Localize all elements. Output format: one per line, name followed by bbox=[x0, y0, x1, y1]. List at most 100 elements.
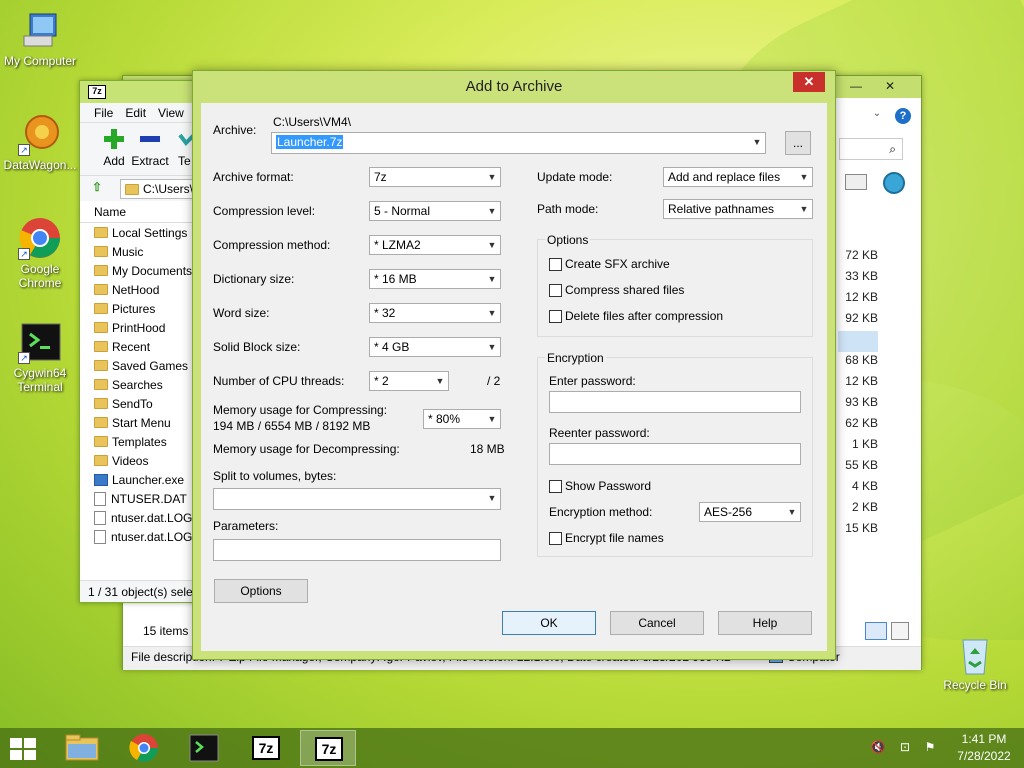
cancel-button[interactable]: Cancel bbox=[610, 611, 704, 635]
taskbar-cygwin-terminal[interactable] bbox=[176, 730, 232, 766]
options-button[interactable]: Options bbox=[214, 579, 308, 603]
solid-block-size-select[interactable]: * 4 GB ▼ bbox=[369, 337, 501, 357]
file-row[interactable]: Music bbox=[80, 242, 198, 261]
view-toggle-icon[interactable] bbox=[845, 174, 867, 190]
file-name: Pictures bbox=[112, 301, 156, 316]
compress-shared-checkbox[interactable]: Compress shared files bbox=[549, 283, 684, 297]
fm-titlebar[interactable]: 7z bbox=[80, 81, 198, 103]
compression-method-select[interactable]: * LZMA2 ▼ bbox=[369, 235, 501, 255]
chrome-icon: ↗ bbox=[18, 216, 62, 260]
close-icon[interactable]: ✕ bbox=[793, 72, 825, 92]
file-row[interactable]: ntuser.dat.LOG2 bbox=[80, 527, 198, 546]
file-row[interactable]: Videos bbox=[80, 451, 198, 470]
taskbar-7zip-manager[interactable]: 7z bbox=[238, 730, 294, 766]
dictionary-size-select[interactable]: * 16 MB ▼ bbox=[369, 269, 501, 289]
cpu-threads-select[interactable]: * 2 ▼ bbox=[369, 371, 449, 391]
enter-password-input[interactable] bbox=[549, 391, 801, 413]
network-icon[interactable] bbox=[883, 172, 905, 194]
minimize-icon[interactable]: — bbox=[841, 76, 871, 96]
reenter-password-label: Reenter password: bbox=[549, 426, 650, 440]
details-view-icon[interactable] bbox=[865, 622, 887, 640]
file-row[interactable]: SendTo bbox=[80, 394, 198, 413]
taskbar-file-explorer[interactable] bbox=[54, 730, 110, 766]
file-icon bbox=[94, 529, 106, 544]
datawagon-icon: ↗ bbox=[18, 112, 62, 156]
action-center-icon[interactable]: ⚑ bbox=[922, 740, 938, 754]
help-icon[interactable]: ? bbox=[895, 108, 911, 124]
file-row[interactable]: Saved Games bbox=[80, 356, 198, 375]
file-row[interactable]: PrintHood bbox=[80, 318, 198, 337]
file-row[interactable]: Start Menu bbox=[80, 413, 198, 432]
word-size-select[interactable]: * 32 ▼ bbox=[369, 303, 501, 323]
file-row[interactable]: NTUSER.DAT bbox=[80, 489, 198, 508]
taskbar-7zip-add-archive[interactable]: 7z bbox=[300, 730, 356, 766]
file-row[interactable]: ntuser.dat.LOG1 bbox=[80, 508, 198, 527]
encrypt-names-checkbox[interactable]: Encrypt file names bbox=[549, 531, 664, 545]
desktop-icon-cygwin[interactable]: ↗ Cygwin64 Terminal bbox=[0, 320, 80, 394]
taskbar-chrome[interactable] bbox=[116, 730, 172, 766]
chrome-icon bbox=[129, 734, 158, 762]
encryption-group-title: Encryption bbox=[545, 351, 606, 365]
up-folder-icon[interactable]: ⇧ bbox=[92, 180, 102, 194]
column-header-name[interactable]: Name bbox=[80, 201, 198, 223]
parameters-input[interactable] bbox=[213, 539, 501, 561]
chevron-down-icon: ▼ bbox=[487, 240, 497, 250]
memory-percent-select[interactable]: * 80% ▼ bbox=[423, 409, 501, 429]
close-icon[interactable]: ✕ bbox=[875, 76, 905, 96]
folder-icon bbox=[94, 436, 108, 447]
desktop-icon-recycle-bin[interactable]: Recycle Bin bbox=[935, 632, 1015, 692]
desktop-icon-my-computer[interactable]: My Computer bbox=[0, 8, 80, 68]
file-row[interactable]: My Documents bbox=[80, 261, 198, 280]
volume-muted-icon[interactable]: 🔇 bbox=[870, 740, 886, 754]
encryption-method-select[interactable]: AES-256 ▼ bbox=[699, 502, 801, 522]
file-row[interactable]: Local Settings bbox=[80, 223, 198, 242]
menu-file[interactable]: File bbox=[94, 106, 113, 122]
file-size: 93 KB bbox=[845, 395, 878, 409]
search-icon: ⌕ bbox=[889, 142, 896, 156]
file-row[interactable]: Searches bbox=[80, 375, 198, 394]
file-row[interactable]: Launcher.exe bbox=[80, 470, 198, 489]
file-name: ntuser.dat.LOG1 bbox=[111, 510, 199, 525]
archive-name-combo[interactable]: Launcher.7z ▼ bbox=[271, 132, 766, 154]
network-icon[interactable]: ⊡ bbox=[896, 740, 914, 754]
file-row[interactable]: Recent bbox=[80, 337, 198, 356]
archive-format-select[interactable]: 7z ▼ bbox=[369, 167, 501, 187]
compression-level-select[interactable]: 5 - Normal ▼ bbox=[369, 201, 501, 221]
7zip-file-manager-window[interactable]: 7z File Edit View Add Extract Te ⇧ C:\Us… bbox=[79, 80, 199, 603]
path-mode-select[interactable]: Relative pathnames ▼ bbox=[663, 199, 813, 219]
address-input[interactable]: C:\Users\ bbox=[120, 179, 198, 199]
start-button[interactable] bbox=[10, 738, 36, 760]
update-mode-select[interactable]: Add and replace files ▼ bbox=[663, 167, 813, 187]
folder-icon bbox=[65, 734, 99, 761]
clock[interactable]: 1:41 PM 7/28/2022 bbox=[948, 732, 1020, 763]
menu-edit[interactable]: Edit bbox=[125, 106, 146, 122]
parameters-label: Parameters: bbox=[213, 519, 279, 533]
search-input[interactable]: ⌕ bbox=[839, 138, 903, 160]
chevron-down-icon[interactable]: ⌄ bbox=[869, 108, 885, 124]
help-button[interactable]: Help bbox=[718, 611, 812, 635]
extract-button[interactable]: Extract bbox=[128, 127, 172, 168]
compression-method-label: Compression method: bbox=[213, 238, 331, 252]
file-row[interactable]: Templates bbox=[80, 432, 198, 451]
file-size: 2 KB bbox=[851, 500, 878, 514]
compression-method-value: * LZMA2 bbox=[374, 238, 421, 252]
file-row[interactable]: Pictures bbox=[80, 299, 198, 318]
add-to-archive-dialog[interactable]: Add to Archive ✕ Archive: C:\Users\VM4\ … bbox=[192, 70, 836, 660]
desktop-icon-datawagon[interactable]: ↗ DataWagon... bbox=[0, 112, 80, 172]
split-volumes-combo[interactable]: ▼ bbox=[213, 488, 501, 510]
encryption-method-label: Encryption method: bbox=[549, 505, 653, 519]
large-icons-view-icon[interactable] bbox=[891, 622, 909, 640]
file-name: NTUSER.DAT bbox=[111, 491, 187, 506]
desktop-icon-google-chrome[interactable]: ↗ Google Chrome bbox=[0, 216, 80, 290]
file-row[interactable]: NetHood bbox=[80, 280, 198, 299]
delete-after-checkbox[interactable]: Delete files after compression bbox=[549, 309, 723, 323]
create-sfx-checkbox[interactable]: Create SFX archive bbox=[549, 257, 670, 271]
browse-button[interactable]: ... bbox=[785, 131, 811, 155]
solid-block-size-value: * 4 GB bbox=[374, 340, 410, 354]
ok-button[interactable]: OK bbox=[502, 611, 596, 635]
clock-date: 7/28/2022 bbox=[957, 749, 1011, 763]
reenter-password-input[interactable] bbox=[549, 443, 801, 465]
chevron-down-icon: ▼ bbox=[487, 308, 497, 318]
menu-view[interactable]: View bbox=[158, 106, 184, 122]
show-password-checkbox[interactable]: Show Password bbox=[549, 479, 651, 493]
